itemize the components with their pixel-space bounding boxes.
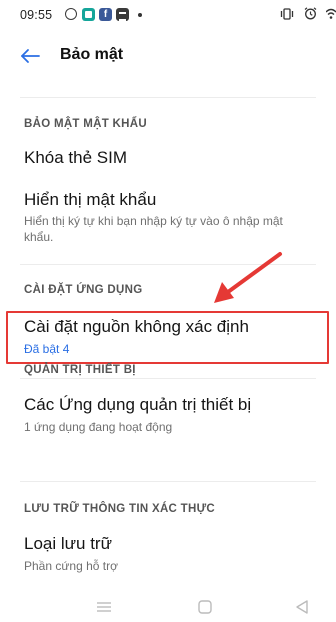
item-subtitle: 1 ứng dụng đang hoạt động	[24, 420, 173, 434]
wifi-icon	[325, 8, 336, 23]
highlight-box	[6, 311, 329, 364]
arrow-left-icon	[21, 49, 40, 63]
dot-icon	[138, 13, 142, 17]
app-bar: Bảo mật	[0, 36, 336, 76]
navigation-bar	[0, 592, 336, 622]
item-subtitle: Phần cứng hỗ trợ	[24, 559, 118, 573]
alarm-icon	[304, 7, 317, 23]
status-bar: 09:55 f	[0, 0, 336, 30]
divider	[20, 378, 316, 379]
home-icon	[198, 600, 212, 614]
page-title: Bảo mật	[60, 46, 124, 63]
section-header-password-security: BẢO MẬT MẬT KHẨU	[24, 118, 147, 130]
item-title: Loại lưu trữ	[24, 534, 112, 553]
back-button[interactable]	[16, 42, 44, 70]
message-icon	[116, 8, 129, 21]
sim-lock-item[interactable]: Khóa thẻ SIM	[0, 140, 336, 180]
vibrate-icon	[280, 8, 294, 23]
section-header-credential-storage: LƯU TRỮ THÔNG TIN XÁC THỰC	[24, 503, 216, 515]
section-header-device-admin: QUẢN TRỊ THIẾT BỊ	[24, 364, 136, 376]
back-triangle-icon	[296, 600, 308, 614]
security-settings-screen: 09:55 f Bảo mật BẢO MẬT MẬT KHẨU Khóa th…	[0, 0, 336, 622]
facebook-icon: f	[99, 8, 112, 21]
item-title: Hiển thị mật khẩu	[24, 190, 157, 209]
circle-notification-icon	[65, 8, 77, 20]
annotation-arrow	[214, 252, 282, 303]
app-notification-icon	[82, 8, 95, 21]
menu-button[interactable]	[92, 598, 116, 616]
show-password-item[interactable]: Hiển thị mật khẩu Hiển thị ký tự khi bạn…	[0, 182, 336, 252]
divider	[20, 481, 316, 482]
back-nav-button[interactable]	[290, 598, 314, 616]
storage-type-item[interactable]: Loại lưu trữ Phần cứng hỗ trợ	[0, 526, 336, 581]
system-icons	[274, 7, 336, 23]
status-time: 09:55	[20, 8, 53, 22]
item-title: Khóa thẻ SIM	[24, 148, 128, 167]
device-admin-apps-item[interactable]: Các Ứng dụng quản trị thiết bị 1 ứng dụn…	[0, 387, 336, 447]
divider	[20, 97, 316, 98]
section-header-app-settings: CÀI ĐẶT ỨNG DỤNG	[24, 284, 143, 296]
item-title: Các Ứng dụng quản trị thiết bị	[24, 395, 252, 414]
item-subtitle: Hiển thị ký tự khi bạn nhập ký tự vào ô …	[24, 214, 283, 244]
home-button[interactable]	[193, 598, 217, 616]
menu-icon	[97, 602, 111, 612]
